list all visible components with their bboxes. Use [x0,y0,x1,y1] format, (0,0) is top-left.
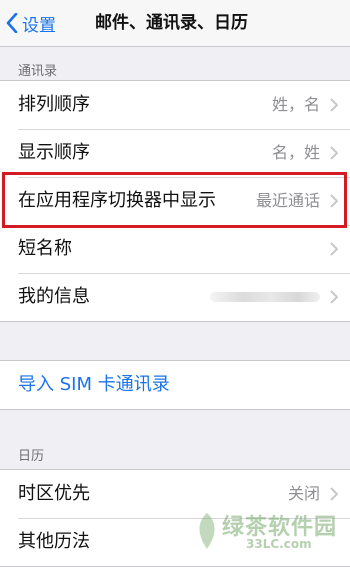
row-show-in-app-switcher[interactable]: 在应用程序切换器中显示 最近通话 [0,177,350,225]
watermark: 绿茶软件园 33LC.com [194,507,344,557]
section-header-contacts: 通讯录 [18,64,58,79]
page-title: 邮件、通讯录、日历 [95,13,248,33]
row-label: 短名称 [18,238,72,259]
chevron-right-icon [330,194,338,208]
row-value: 最近通话 [255,191,320,210]
watermark-url: 33LC.com [246,537,312,551]
contacts-group: 排列顺序 姓，名 显示顺序 名，姓 在应用程序切换器中显示 最近通话 短名称 我… [0,80,350,322]
row-sort-order[interactable]: 排列顺序 姓，名 [0,81,350,129]
row-label: 排列顺序 [18,94,90,115]
section-header-calendar: 日历 [18,449,45,464]
back-label: 设置 [22,15,56,36]
chevron-right-icon [330,98,338,112]
chevron-right-icon [330,487,338,501]
row-label: 在应用程序切换器中显示 [18,190,216,211]
redacted-value [210,292,320,302]
sim-import-group: 导入 SIM 卡通讯录 [0,360,350,410]
row-label: 导入 SIM 卡通讯录 [18,374,170,395]
row-label: 时区优先 [18,483,90,504]
import-sim-contacts-button[interactable]: 导入 SIM 卡通讯录 [0,361,350,409]
row-value: 名，姓 [271,143,320,162]
back-button[interactable]: 设置 [6,10,56,36]
row-short-name[interactable]: 短名称 [0,225,350,273]
leaf-logo-icon [199,513,215,549]
row-label: 显示顺序 [18,142,90,163]
navigation-bar: 设置 邮件、通讯录、日历 [0,0,350,47]
row-value: 姓，名 [271,95,320,114]
chevron-right-icon [330,290,338,304]
row-my-info[interactable]: 我的信息 [0,273,350,321]
row-label: 我的信息 [18,286,90,307]
chevron-right-icon [330,242,338,256]
row-display-order[interactable]: 显示顺序 名，姓 [0,129,350,177]
chevron-right-icon [330,146,338,160]
row-label: 其他历法 [18,531,90,552]
chevron-left-icon [6,13,18,33]
